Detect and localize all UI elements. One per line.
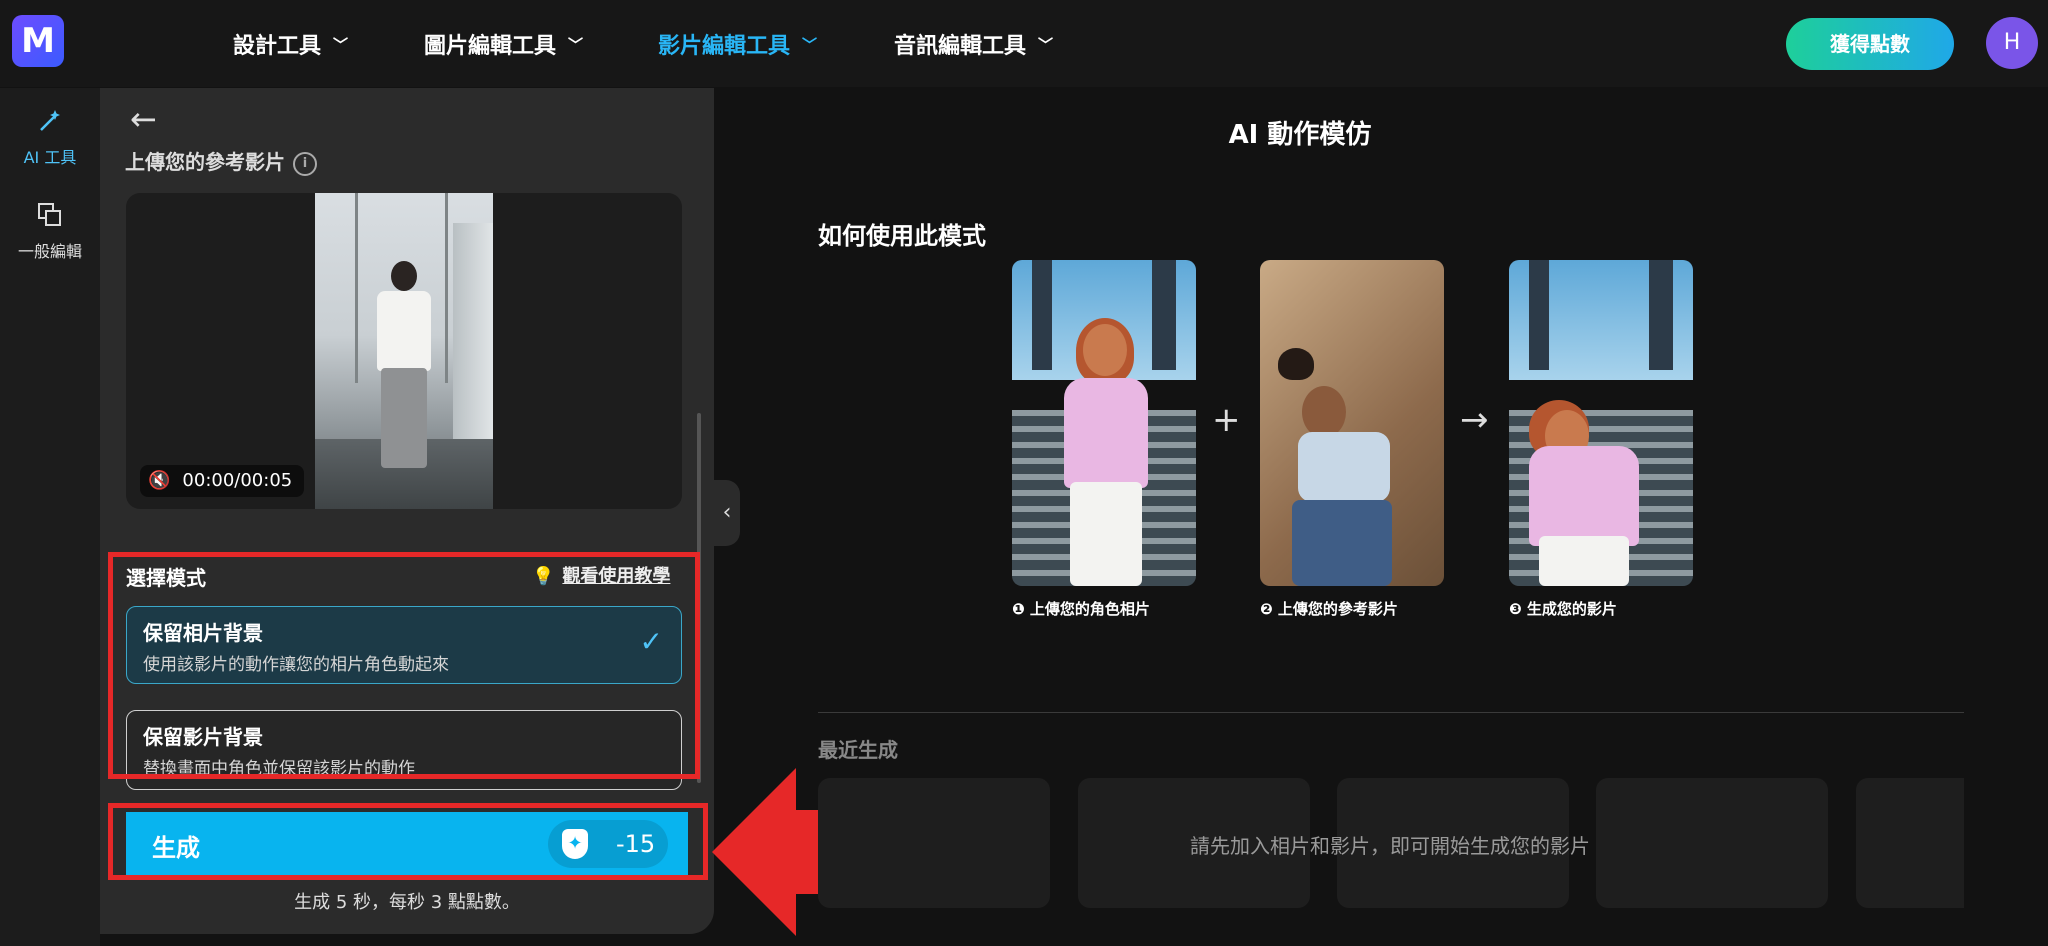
info-icon[interactable]: i bbox=[293, 151, 317, 176]
left-rail: AI 工具 一般編輯 bbox=[0, 88, 100, 946]
reference-video-preview[interactable]: 🔇 00:00/00:05 bbox=[126, 193, 682, 509]
chevron-down-icon: ﹀ bbox=[802, 36, 818, 54]
step-image-photo bbox=[1012, 260, 1196, 586]
top-bar: M 設計工具 ﹀ 圖片編輯工具 ﹀ 影片編輯工具 ﹀ 音訊編輯工具 ﹀ 獲得點數 H bbox=[0, 0, 2048, 87]
sidebar-item-ai-tools[interactable]: AI 工具 bbox=[0, 106, 100, 168]
video-time: 00:00/00:05 bbox=[182, 470, 293, 491]
sidebar-item-label: 一般編輯 bbox=[17, 242, 82, 261]
sidebar-item-label: AI 工具 bbox=[23, 148, 77, 167]
chevron-down-icon: ﹀ bbox=[1038, 36, 1054, 54]
nav-image-tools[interactable]: 圖片編輯工具 ﹀ bbox=[424, 28, 583, 60]
step-image-reference-video bbox=[1260, 260, 1444, 586]
empty-state-message: 請先加入相片和影片，即可開始生成您的影片 bbox=[1190, 834, 1590, 858]
page-title: AI 動作模仿 bbox=[1228, 120, 1372, 150]
step-caption: ❸ 生成您的影片 bbox=[1509, 600, 1617, 618]
magic-wand-icon bbox=[0, 106, 100, 144]
get-points-button[interactable]: 獲得點數 bbox=[1786, 18, 1954, 70]
back-arrow-icon[interactable]: ← bbox=[130, 100, 157, 138]
upload-title-text: 上傳您的參考影片 bbox=[125, 150, 285, 174]
video-thumbnail bbox=[315, 193, 493, 509]
recent-slot bbox=[1856, 778, 1964, 908]
layers-icon bbox=[0, 200, 100, 238]
plus-icon: + bbox=[1212, 400, 1241, 440]
collapse-panel-chevron-icon[interactable]: ‹ bbox=[714, 480, 740, 546]
section-divider bbox=[818, 712, 1964, 713]
chevron-down-icon: ﹀ bbox=[333, 36, 349, 54]
nav-design-tools[interactable]: 設計工具 ﹀ bbox=[233, 28, 348, 60]
annotation-highlight-mode bbox=[108, 552, 700, 779]
nav-label: 影片編輯工具 bbox=[658, 34, 791, 59]
sidebar-item-general-edit[interactable]: 一般編輯 bbox=[0, 200, 100, 262]
howto-heading: 如何使用此模式 bbox=[818, 222, 986, 250]
nav-video-tools[interactable]: 影片編輯工具 ﹀ bbox=[658, 28, 817, 60]
step-caption: ❷ 上傳您的參考影片 bbox=[1260, 600, 1398, 618]
avatar[interactable]: H bbox=[1986, 17, 2038, 69]
nav-label: 圖片編輯工具 bbox=[424, 34, 557, 59]
step-caption: ❶ 上傳您的角色相片 bbox=[1012, 600, 1150, 618]
generate-note: 生成 5 秒，每秒 3 點點數。 bbox=[294, 892, 520, 913]
recent-heading: 最近生成 bbox=[818, 738, 898, 762]
nav-label: 設計工具 bbox=[233, 34, 322, 59]
upload-title: 上傳您的參考影片 i bbox=[125, 146, 317, 176]
chevron-down-icon: ﹀ bbox=[568, 36, 584, 54]
nav-audio-tools[interactable]: 音訊編輯工具 ﹀ bbox=[894, 28, 1053, 60]
annotation-highlight-generate bbox=[108, 803, 708, 880]
arrow-right-icon: → bbox=[1460, 400, 1489, 440]
mute-icon[interactable]: 🔇 bbox=[148, 470, 170, 491]
nav-label: 音訊編輯工具 bbox=[894, 34, 1027, 59]
app-logo[interactable]: M bbox=[12, 15, 64, 67]
step-image-result bbox=[1509, 260, 1693, 586]
video-time-pill: 🔇 00:00/00:05 bbox=[140, 465, 305, 497]
